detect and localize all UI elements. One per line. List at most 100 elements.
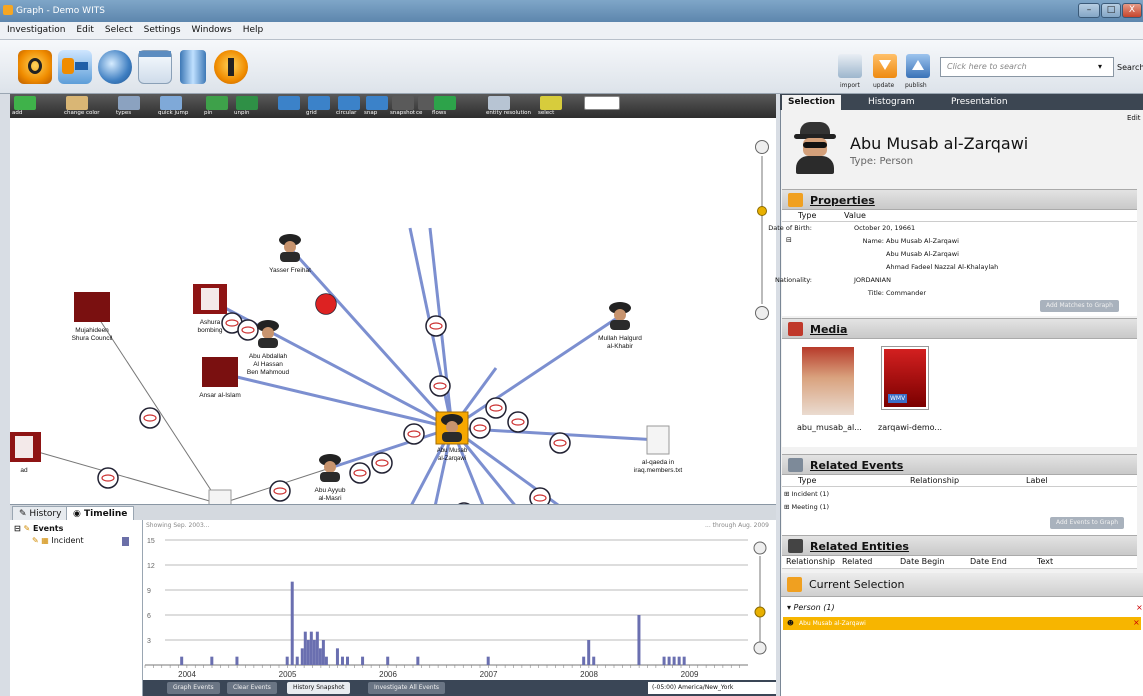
timeline-bar[interactable] — [306, 640, 310, 665]
menu-settings[interactable]: Settings — [137, 22, 185, 35]
timeline-chart[interactable]: Showing Sep. 2003... ... through Aug. 20… — [143, 520, 776, 680]
timeline-bar[interactable] — [416, 656, 420, 665]
update-icon[interactable] — [873, 54, 897, 78]
graph-tool-9-icon[interactable] — [338, 96, 360, 110]
graph-view-icon[interactable] — [58, 50, 92, 84]
timeline-zoom-out-icon[interactable] — [753, 641, 767, 655]
timeline-bar[interactable] — [662, 656, 666, 665]
graph-tool-8-icon[interactable] — [308, 96, 330, 110]
timeline-bar[interactable] — [361, 656, 365, 665]
browser-window-icon[interactable] — [138, 50, 172, 84]
info-icon[interactable] — [214, 50, 248, 84]
graph-tool-7-icon[interactable] — [278, 96, 300, 110]
graph-tool-2-icon[interactable] — [66, 96, 88, 110]
graph-tool-14-icon[interactable] — [488, 96, 510, 110]
timeline-bar[interactable] — [285, 656, 289, 665]
graph-tool-4-icon[interactable] — [160, 96, 182, 110]
menu-help[interactable]: Help — [236, 22, 268, 35]
media-header[interactable]: Media — [782, 318, 1137, 339]
history-snapshot-button[interactable]: History Snapshot — [287, 682, 351, 694]
properties-header[interactable]: Properties — [782, 189, 1137, 210]
maximize-button[interactable]: □ — [1101, 3, 1121, 18]
timeline-zoom-thumb[interactable] — [754, 606, 766, 618]
timeline-bar[interactable] — [667, 656, 671, 665]
timeline-bar[interactable] — [315, 631, 319, 665]
timeline-bar[interactable] — [637, 615, 641, 665]
timeline-bar[interactable] — [180, 656, 184, 665]
timeline-bar[interactable] — [582, 656, 586, 665]
timeline-bar[interactable] — [346, 656, 349, 665]
tab-selection[interactable]: Selection — [782, 95, 842, 110]
search-input[interactable]: Click here to search — [940, 57, 1114, 77]
graph-edge[interactable] — [209, 298, 453, 430]
tab-history[interactable]: ✎ History — [12, 506, 69, 521]
timeline-bar[interactable] — [486, 656, 490, 665]
timeline-bar[interactable] — [592, 656, 596, 665]
selection-group[interactable]: ▾ Person (1) — [787, 603, 835, 612]
zoom-out-icon[interactable] — [755, 306, 769, 320]
graph-node[interactable]: Yasser Freihat — [269, 234, 311, 274]
import-icon[interactable] — [838, 54, 862, 78]
graph-tool-16-icon[interactable] — [584, 96, 620, 110]
tab-timeline[interactable]: ◉ Timeline — [66, 506, 135, 521]
related-entities-header[interactable]: Related Entities — [782, 535, 1137, 556]
graph-edge[interactable] — [288, 246, 454, 430]
timeline-bar[interactable] — [335, 648, 339, 665]
graph-node[interactable]: abu_ayyub_al-masri.txt — [199, 489, 242, 504]
graph-edge[interactable] — [219, 371, 453, 430]
selection-item[interactable]: ☻ Abu Musab al-Zarqawi × — [783, 617, 1141, 630]
graph-node[interactable]: Ashurabombing — [193, 284, 227, 334]
timeline-bar[interactable] — [312, 640, 316, 665]
graph-tool-1-icon[interactable] — [14, 96, 36, 110]
timeline-bar[interactable] — [321, 640, 325, 665]
menu-windows[interactable]: Windows — [185, 22, 236, 35]
timeline-bar[interactable] — [386, 656, 390, 665]
search-button[interactable]: Search — [1117, 63, 1143, 72]
media-photo-thumbnail[interactable] — [802, 347, 854, 415]
graph-node[interactable]: al-qaeda iniraq.members.txt — [634, 425, 683, 474]
add-matches-button[interactable]: Add Matches to Graph — [1040, 300, 1119, 312]
zoom-in-icon[interactable] — [755, 140, 769, 154]
timeline-bar[interactable] — [587, 640, 591, 665]
clear-events-button[interactable]: Clear Events — [227, 682, 277, 694]
timeline-zoom-in-icon[interactable] — [753, 541, 767, 555]
remove-group-icon[interactable]: × — [1136, 603, 1143, 612]
user-profile-icon[interactable] — [18, 50, 52, 84]
menu-select[interactable]: Select — [98, 22, 137, 35]
timeline-bar[interactable] — [318, 648, 322, 665]
graph-tool-15-icon[interactable] — [540, 96, 562, 110]
add-events-button[interactable]: Add Events to Graph — [1050, 517, 1125, 529]
related-event-row[interactable]: ⊞ Incident (1) — [784, 490, 829, 498]
graph-tool-6-icon[interactable] — [236, 96, 258, 110]
events-root[interactable]: ⊟ ✎ Events — [14, 524, 63, 533]
graph-node[interactable]: Abu Ayyubal-Masri — [315, 454, 346, 502]
graph-node[interactable]: MujahideenShura Council — [72, 292, 113, 342]
graph-events-button[interactable]: Graph Events — [167, 682, 220, 694]
timeline-bar[interactable] — [303, 631, 307, 665]
related-events-header[interactable]: Related Events — [782, 454, 1137, 475]
timeline-bar[interactable] — [340, 656, 344, 665]
timeline-bar[interactable] — [672, 656, 676, 665]
graph-tool-5-icon[interactable] — [206, 96, 228, 110]
timeline-bar[interactable] — [309, 631, 313, 665]
related-event-row[interactable]: ⊞ Meeting (1) — [784, 503, 829, 511]
timeline-bar[interactable] — [682, 656, 686, 665]
menu-edit[interactable]: Edit — [69, 22, 97, 35]
minimize-button[interactable]: – — [1078, 3, 1100, 18]
graph-tool-11-icon[interactable] — [392, 96, 414, 110]
tab-histogram[interactable]: Histogram — [862, 95, 921, 110]
timeline-bar[interactable] — [324, 656, 328, 665]
zoom-thumb[interactable] — [757, 206, 767, 216]
timeline-bar[interactable] — [210, 656, 214, 665]
graph-edge[interactable] — [23, 447, 221, 504]
graph-node[interactable]: Ansar al-Islam — [199, 357, 241, 399]
graph-tool-10-icon[interactable] — [366, 96, 388, 110]
globe-map-icon[interactable] — [98, 50, 132, 84]
database-icon[interactable] — [180, 50, 206, 84]
events-incident[interactable]: ✎ ▦ Incident — [32, 536, 84, 545]
tab-presentation[interactable]: Presentation — [945, 95, 1014, 110]
timeline-bar[interactable] — [677, 656, 681, 665]
graph-node[interactable]: ad — [10, 432, 41, 474]
graph-canvas[interactable]: Yasser Freihat Mujahideen Shura Council Ash… — [10, 118, 776, 504]
timeline-bar[interactable] — [290, 581, 294, 665]
